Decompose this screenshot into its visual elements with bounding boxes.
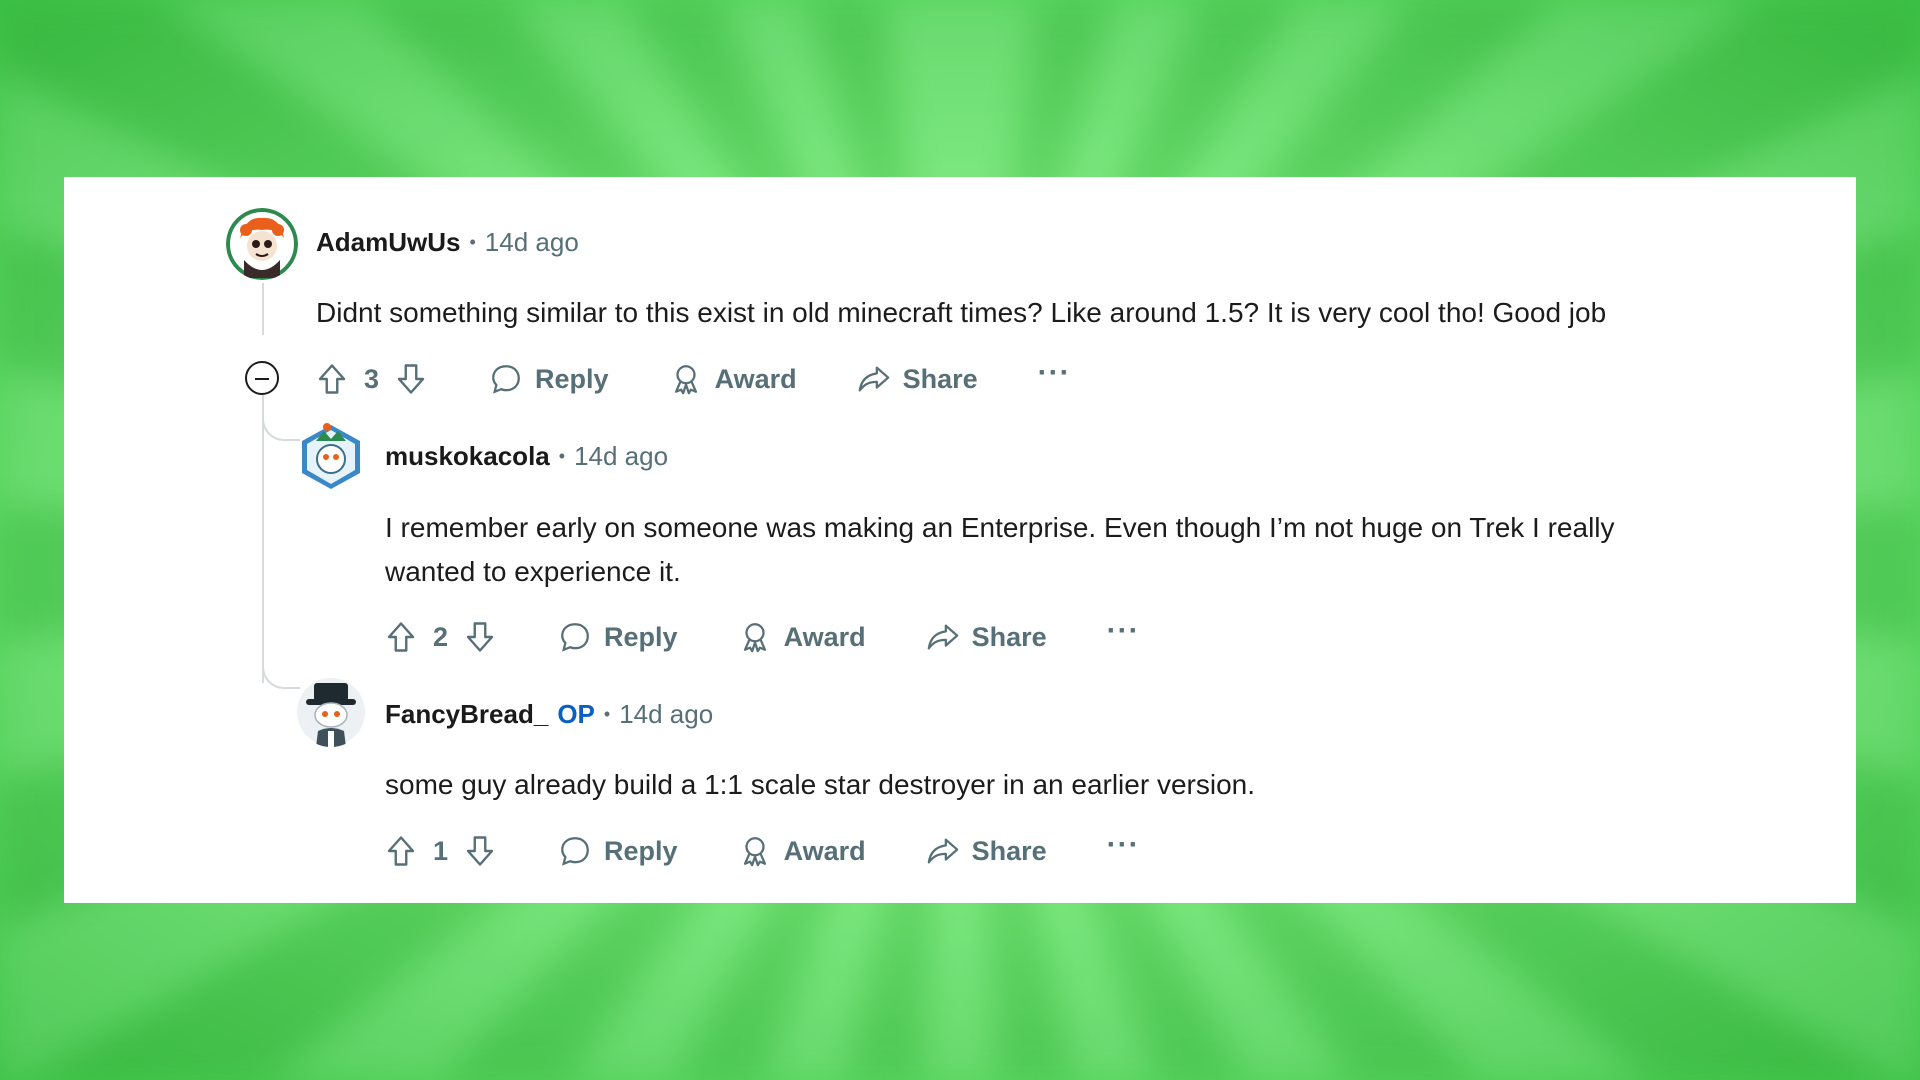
award-icon xyxy=(674,365,697,395)
reply-button[interactable]: Reply xyxy=(558,834,678,868)
username[interactable]: AdamUwUs xyxy=(316,227,460,258)
award-button[interactable]: Award xyxy=(738,834,866,868)
reply-icon xyxy=(561,623,589,652)
avatar-muskokacola-icon xyxy=(302,423,360,489)
collapse-thread-icon[interactable] xyxy=(245,361,279,395)
separator-dot: • xyxy=(603,704,611,724)
timestamp[interactable]: 14d ago xyxy=(485,227,579,258)
username[interactable]: FancyBread_ xyxy=(385,699,548,730)
upvote-icon xyxy=(318,364,346,394)
award-icon xyxy=(743,623,766,653)
more-options-icon[interactable]: ··· xyxy=(1107,830,1140,860)
comment-actions: 2 Reply Award Share ··· xyxy=(383,616,1140,657)
reply-button[interactable]: Reply xyxy=(558,620,678,654)
award-icon xyxy=(743,837,766,867)
timestamp[interactable]: 14d ago xyxy=(619,699,713,730)
share-label: Share xyxy=(902,363,978,394)
reply-icon xyxy=(561,837,589,866)
award-button[interactable]: Award xyxy=(738,620,866,654)
thread-elbow-reply-1 xyxy=(262,409,300,441)
share-label: Share xyxy=(971,621,1047,652)
upvote-button[interactable] xyxy=(383,619,419,655)
separator-dot: • xyxy=(558,446,566,466)
award-label: Award xyxy=(714,363,797,394)
share-button[interactable]: Share xyxy=(926,620,1047,654)
award-button[interactable]: Award xyxy=(669,362,797,396)
comment-body: some guy already build a 1:1 scale star … xyxy=(385,769,1255,800)
share-button[interactable]: Share xyxy=(926,834,1047,868)
comment-header: muskokacola • 14d ago xyxy=(385,441,668,472)
comment-thread-card: AdamUwUs • 14d ago Didnt something simil… xyxy=(64,177,1856,903)
share-icon xyxy=(858,366,889,392)
reply-label: Reply xyxy=(535,363,609,394)
downvote-icon xyxy=(466,622,494,652)
comment-header: AdamUwUs • 14d ago xyxy=(316,227,579,258)
thread-elbow-reply-2 xyxy=(262,657,300,689)
share-label: Share xyxy=(971,835,1047,866)
vote-count: 2 xyxy=(433,621,449,652)
share-button[interactable]: Share xyxy=(857,362,978,396)
comment-body-line: I remember early on someone was making a… xyxy=(385,512,1615,543)
upvote-button[interactable] xyxy=(383,833,419,869)
award-label: Award xyxy=(783,621,866,652)
reply-label: Reply xyxy=(604,621,678,652)
share-icon xyxy=(927,838,958,864)
username[interactable]: muskokacola xyxy=(385,441,550,472)
downvote-button[interactable] xyxy=(462,619,498,655)
downvote-icon xyxy=(466,836,494,866)
avatar-fancybread-icon xyxy=(297,678,365,747)
upvote-icon xyxy=(387,622,415,652)
vote-count: 1 xyxy=(433,835,449,866)
avatar-adamuwus-icon xyxy=(226,208,298,280)
upvote-icon xyxy=(387,836,415,866)
reply-button[interactable]: Reply xyxy=(489,362,609,396)
timestamp[interactable]: 14d ago xyxy=(574,441,668,472)
avatar[interactable] xyxy=(296,677,366,747)
downvote-button[interactable] xyxy=(462,833,498,869)
downvote-button[interactable] xyxy=(393,361,429,397)
award-label: Award xyxy=(783,835,866,866)
comment-actions: 3 Reply Award Share ··· xyxy=(314,358,1071,399)
comment-body-line: wanted to experience it. xyxy=(385,556,681,587)
more-options-icon[interactable]: ··· xyxy=(1038,358,1071,388)
downvote-icon xyxy=(397,364,425,394)
comment-body: Didnt something similar to this exist in… xyxy=(316,297,1607,328)
separator-dot: • xyxy=(469,232,476,252)
thread-line-main xyxy=(262,385,264,683)
more-options-icon[interactable]: ··· xyxy=(1107,616,1140,646)
reply-label: Reply xyxy=(604,835,678,866)
comment-header: FancyBread_ OP • 14d ago xyxy=(385,699,713,730)
avatar[interactable] xyxy=(298,421,364,493)
op-badge: OP xyxy=(557,699,595,729)
share-icon xyxy=(927,624,958,650)
upvote-button[interactable] xyxy=(314,361,350,397)
avatar[interactable] xyxy=(226,208,298,280)
comment-body: I remember early on someone was making a… xyxy=(385,506,1615,594)
reply-icon xyxy=(492,365,520,394)
thread-line-top xyxy=(262,283,264,335)
vote-count: 3 xyxy=(364,363,380,394)
comment-actions: 1 Reply Award Share ··· xyxy=(383,830,1140,871)
